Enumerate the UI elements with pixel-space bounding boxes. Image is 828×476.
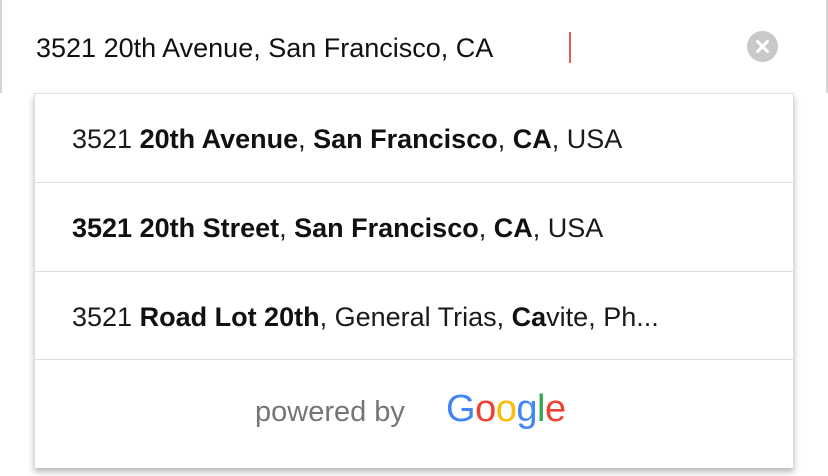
suggestion-item[interactable]: 3521 20th Avenue, San Francisco, CA, USA bbox=[35, 93, 793, 182]
suggestion-part: , USA bbox=[532, 213, 604, 243]
suggestion-item[interactable]: 3521 20th Street, San Francisco, CA, USA bbox=[35, 182, 793, 271]
suggestion-text: 3521 20th Avenue, San Francisco, CA, USA bbox=[72, 122, 622, 156]
suggestion-text: 3521 20th Street, San Francisco, CA, USA bbox=[72, 211, 603, 245]
suggestion-part: , USA bbox=[551, 124, 623, 154]
suggestion-item[interactable]: 3521 Road Lot 20th, General Trias, Cavit… bbox=[35, 271, 793, 360]
clear-circle-x-icon bbox=[756, 40, 769, 53]
suggestion-part: , General Trias, bbox=[319, 302, 512, 332]
clear-button[interactable] bbox=[747, 31, 778, 62]
address-search-input[interactable] bbox=[36, 28, 676, 68]
suggestion-part: 3521 bbox=[72, 124, 140, 154]
google-logo-letter: l bbox=[536, 388, 545, 430]
powered-by-text: powered by bbox=[255, 396, 405, 428]
suggestion-match: 3521 20th Street bbox=[72, 213, 280, 243]
suggestion-match: CA bbox=[493, 213, 533, 243]
suggestion-text: 3521 Road Lot 20th, General Trias, Cavit… bbox=[72, 300, 659, 334]
suggestion-part: , bbox=[298, 124, 314, 154]
suggestion-part: , bbox=[478, 213, 494, 243]
autocomplete-screen: 3521 20th Avenue, San Francisco, CA, USA… bbox=[0, 0, 828, 476]
google-logo-letter: G bbox=[446, 388, 476, 430]
suggestion-match: Road Lot 20th bbox=[139, 302, 320, 332]
google-logo: Google bbox=[446, 387, 566, 431]
powered-by-google-footer: powered by Google bbox=[35, 359, 793, 468]
suggestion-match: CA bbox=[512, 124, 552, 154]
google-logo-letter: g bbox=[516, 388, 537, 430]
suggestion-match: San Francisco bbox=[313, 124, 498, 154]
suggestion-part: , bbox=[279, 213, 295, 243]
suggestion-part: , bbox=[497, 124, 513, 154]
suggestion-match: Ca bbox=[511, 302, 547, 332]
google-logo-letter: o bbox=[475, 388, 496, 430]
suggestion-match: San Francisco bbox=[294, 213, 479, 243]
search-bar bbox=[0, 0, 828, 93]
suggestion-match: 20th Avenue bbox=[139, 124, 299, 154]
google-logo-letter: o bbox=[495, 388, 517, 430]
suggestions-dropdown: 3521 20th Avenue, San Francisco, CA, USA… bbox=[34, 93, 794, 468]
text-caret bbox=[569, 32, 571, 63]
google-logo-letter: e bbox=[544, 388, 566, 430]
suggestion-part: 3521 bbox=[72, 302, 140, 332]
suggestion-part: vite, Ph... bbox=[546, 302, 659, 332]
